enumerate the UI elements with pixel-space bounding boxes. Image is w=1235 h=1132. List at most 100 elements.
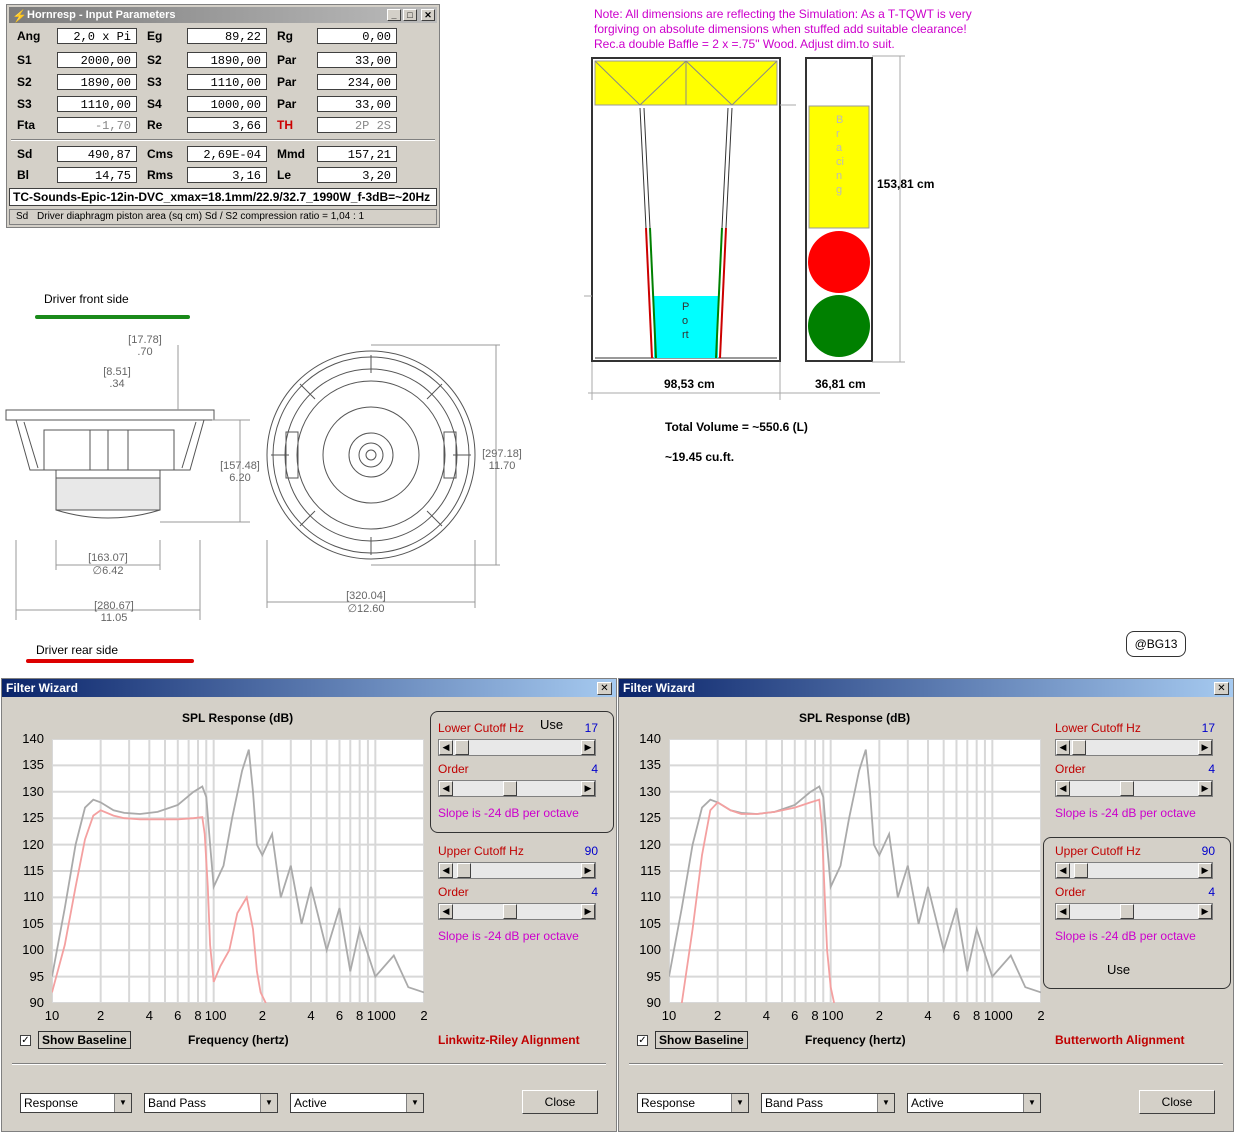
param-value-field[interactable]: 33,00 xyxy=(317,52,397,68)
filter-wizard-left: Filter Wizard ✕ SPL Response (dB) 140 135 130… xyxy=(1,678,617,1132)
param-value-field[interactable]: 490,87 xyxy=(57,146,137,162)
show-baseline-label[interactable]: Show Baseline xyxy=(38,1031,131,1049)
dim-8-51: [8.51] .34 xyxy=(103,366,131,390)
plot-title: SPL Response (dB) xyxy=(182,711,294,725)
spl-response-chart xyxy=(52,739,424,1003)
scroll-left-arrow-icon[interactable]: ◀ xyxy=(439,904,453,919)
chevron-down-icon[interactable]: ▼ xyxy=(1023,1094,1040,1112)
hornresp-title: Hornresp - Input Parameters xyxy=(27,9,176,21)
y-tick-label: 130 xyxy=(22,783,44,799)
bottom-divider xyxy=(629,1063,1223,1065)
param-value-field[interactable]: 0,00 xyxy=(317,28,397,44)
close-x-icon[interactable]: ✕ xyxy=(1214,682,1229,695)
upper-order-slider[interactable]: ◀ ▶ xyxy=(438,903,596,920)
scroll-right-arrow-icon[interactable]: ▶ xyxy=(581,904,595,919)
param-value-field[interactable]: 2000,00 xyxy=(57,52,137,68)
param-value-field[interactable]: 2P 2S xyxy=(317,117,397,133)
upper-cutoff-value: 90 xyxy=(584,844,598,858)
show-baseline-checkbox[interactable]: ✓ xyxy=(637,1035,648,1046)
x-tick-label: 100 xyxy=(204,1008,227,1023)
param-value-field[interactable]: 2,0 x Pi xyxy=(57,28,137,44)
maximize-button[interactable]: □ xyxy=(403,9,417,21)
upper-cutoff-slider[interactable]: ◀ ▶ xyxy=(438,862,596,879)
chevron-down-icon[interactable]: ▼ xyxy=(406,1094,423,1112)
dim-297-18: [297.18] 11.70 xyxy=(482,448,522,472)
hornresp-app-icon: ⚡ xyxy=(12,9,27,23)
param-value-field[interactable]: 2,69E-04 xyxy=(187,146,267,162)
param-value-field[interactable]: 1000,00 xyxy=(187,96,267,112)
upper-filter-group[interactable] xyxy=(1043,837,1231,989)
param-value-field[interactable]: 234,00 xyxy=(317,74,397,90)
band-pass-dropdown[interactable]: Band Pass ▼ xyxy=(144,1093,278,1113)
y-tick-label: 95 xyxy=(29,968,44,984)
driver-name-field[interactable]: TC-Sounds-Epic-12in-DVC_xmax=18.1mm/22.9… xyxy=(9,188,437,206)
scroll-right-arrow-icon[interactable]: ▶ xyxy=(1198,740,1212,755)
filtered-curve xyxy=(680,798,835,1003)
param-value-field[interactable]: 33,00 xyxy=(317,96,397,112)
upper-order-value: 4 xyxy=(591,885,598,899)
lower-order-slider[interactable]: ◀ ▶ xyxy=(1055,780,1213,797)
param-label: S3 xyxy=(147,75,162,89)
slider-thumb[interactable] xyxy=(503,904,517,919)
param-value-field[interactable]: 3,66 xyxy=(187,117,267,133)
y-tick-label: 140 xyxy=(22,731,44,746)
scroll-right-arrow-icon[interactable]: ▶ xyxy=(581,863,595,878)
param-value-field[interactable]: 157,21 xyxy=(317,146,397,162)
lower-filter-group[interactable] xyxy=(430,711,614,833)
y-tick-label: 105 xyxy=(639,915,661,931)
show-baseline-checkbox[interactable]: ✓ xyxy=(20,1035,31,1046)
active-dropdown[interactable]: Active ▼ xyxy=(290,1093,424,1113)
x-tick-label: 10 xyxy=(44,1008,60,1023)
param-label: S3 xyxy=(17,97,32,111)
param-value-field[interactable]: 1110,00 xyxy=(187,74,267,90)
lower-cutoff-slider[interactable]: ◀ ▶ xyxy=(1055,739,1213,756)
x-axis-label: Frequency (hertz) xyxy=(805,1033,906,1047)
scroll-left-arrow-icon[interactable]: ◀ xyxy=(1056,781,1070,796)
chevron-down-icon[interactable]: ▼ xyxy=(260,1094,277,1112)
lower-slope-text: Slope is -24 dB per octave xyxy=(1055,806,1196,820)
param-value-field[interactable]: 1890,00 xyxy=(187,52,267,68)
y-tick-label: 135 xyxy=(639,757,661,773)
param-value-field[interactable]: 1890,00 xyxy=(57,74,137,90)
minimize-button[interactable]: _ xyxy=(387,9,401,21)
scroll-left-arrow-icon[interactable]: ◀ xyxy=(1056,740,1070,755)
close-button[interactable]: ✕ xyxy=(421,9,435,21)
param-value-field[interactable]: 89,22 xyxy=(187,28,267,44)
x-tick-label: 2 xyxy=(97,1008,105,1023)
close-x-icon[interactable]: ✕ xyxy=(597,682,612,695)
param-value-field[interactable]: -1,70 xyxy=(57,117,137,133)
lower-use-label: Use xyxy=(540,717,564,732)
response-dropdown[interactable]: Response ▼ xyxy=(637,1093,749,1113)
slider-thumb[interactable] xyxy=(1072,740,1086,755)
slider-thumb[interactable] xyxy=(457,863,471,878)
x-tick-label: 2 xyxy=(258,1008,266,1023)
chevron-down-icon[interactable]: ▼ xyxy=(114,1094,131,1112)
scroll-right-arrow-icon[interactable]: ▶ xyxy=(1198,781,1212,796)
param-value-field[interactable]: 14,75 xyxy=(57,167,137,183)
param-value-field[interactable]: 3,16 xyxy=(187,167,267,183)
param-label: Re xyxy=(147,118,163,132)
show-baseline-label[interactable]: Show Baseline xyxy=(655,1031,748,1049)
param-label: Sd xyxy=(17,147,33,161)
hornresp-window: ⚡ Hornresp - Input Parameters _ □ ✕ Ang 2… xyxy=(6,4,440,228)
driver-front-underline xyxy=(35,315,190,319)
y-tick-label: 120 xyxy=(22,836,44,852)
param-value-field[interactable]: 3,20 xyxy=(317,167,397,183)
param-value-field[interactable]: 1110,00 xyxy=(57,96,137,112)
slider-thumb[interactable] xyxy=(1120,781,1134,796)
dim-320-04: [320.04] ∅12.60 xyxy=(346,590,386,615)
design-note: Note: All dimensions are reflecting the … xyxy=(594,7,972,52)
y-tick-label: 120 xyxy=(639,836,661,852)
close-button[interactable]: Close xyxy=(1139,1090,1215,1114)
active-dropdown[interactable]: Active ▼ xyxy=(907,1093,1041,1113)
hornresp-title-bar: ⚡ Hornresp - Input Parameters _ □ ✕ xyxy=(9,7,437,23)
response-dropdown[interactable]: Response ▼ xyxy=(20,1093,132,1113)
chevron-down-icon[interactable]: ▼ xyxy=(877,1094,894,1112)
scroll-left-arrow-icon[interactable]: ◀ xyxy=(439,863,453,878)
close-button[interactable]: Close xyxy=(522,1090,598,1114)
band-pass-dropdown[interactable]: Band Pass ▼ xyxy=(761,1093,895,1113)
y-tick-label: 105 xyxy=(22,915,44,931)
filter-wizard-right: Filter Wizard ✕ SPL Response (dB) 140 135 130… xyxy=(618,678,1234,1132)
chevron-down-icon[interactable]: ▼ xyxy=(731,1094,748,1112)
grid-divider xyxy=(11,139,435,141)
